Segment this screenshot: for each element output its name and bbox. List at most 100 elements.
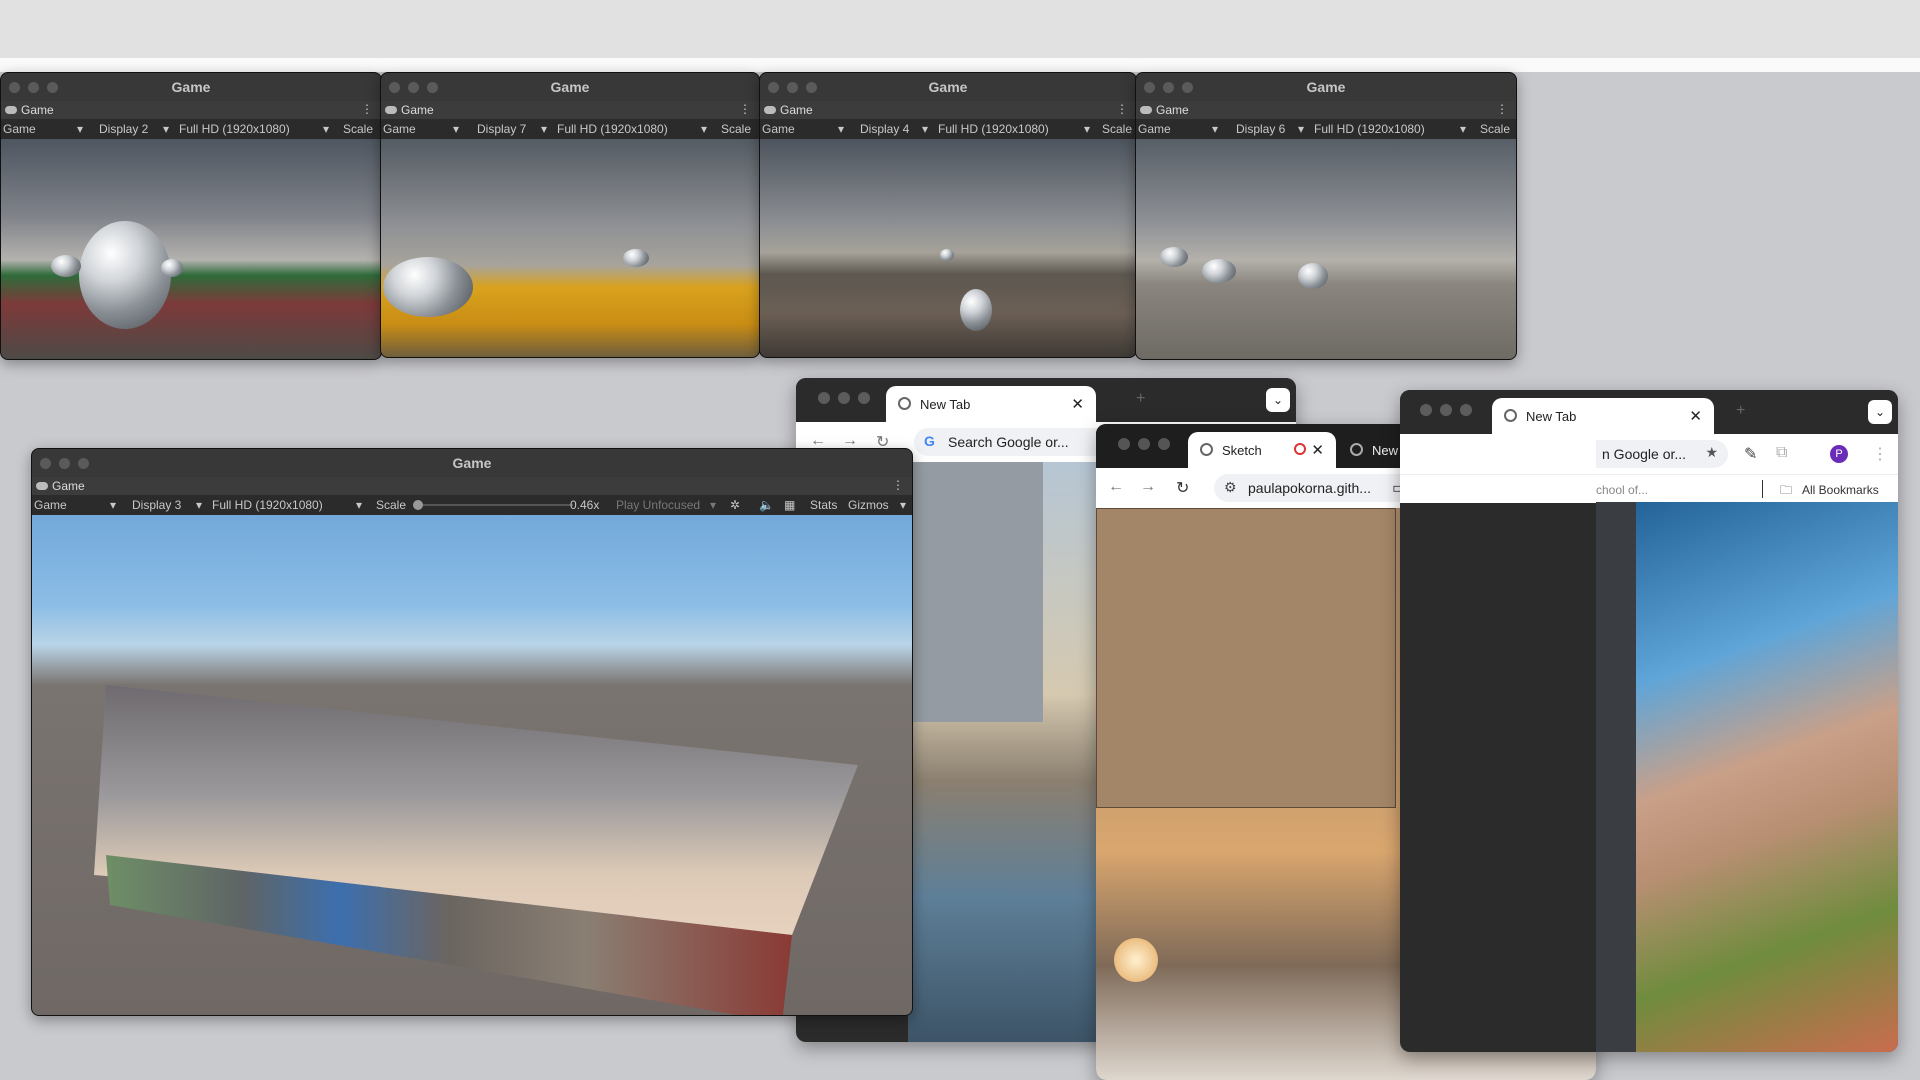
folder-icon: 🗀 (1780, 483, 1793, 497)
search-input[interactable]: n Google or... (1602, 446, 1686, 462)
tab-new-tab[interactable]: New Tab ✕ (1492, 398, 1714, 434)
resolution-select[interactable]: Full HD (1920x1080) (938, 122, 1049, 136)
game-tab[interactable]: Game (385, 103, 434, 117)
kebab-icon[interactable]: ⋮ (892, 478, 904, 492)
tab-new-tab[interactable]: New Tab ✕ (886, 386, 1096, 422)
kebab-icon[interactable]: ⋮ (361, 102, 373, 116)
tab-search-chevron-icon[interactable]: ⌄ (1266, 388, 1290, 412)
chrome-sphere (940, 249, 954, 261)
display-select[interactable]: Display 7 (477, 122, 526, 136)
game-viewport[interactable] (32, 515, 912, 1015)
unity-game-window-3[interactable]: Game Game ⋮ Game ▾ Display 4 ▾ Full HD (192… (759, 72, 1137, 358)
grid-icon[interactable]: ▦ (784, 498, 795, 512)
mode-select[interactable]: Game (1138, 122, 1171, 136)
extensions-icon[interactable]: ⧉ (1776, 444, 1787, 462)
display-select[interactable]: Display 3 (132, 498, 181, 512)
game-viewport[interactable] (381, 139, 759, 357)
traffic-lights[interactable] (818, 392, 870, 404)
kebab-icon[interactable]: ⋮ (1496, 102, 1508, 116)
all-bookmarks[interactable]: All Bookmarks (1802, 483, 1879, 497)
tab-label: New Tab (920, 397, 971, 412)
resolution-select[interactable]: Full HD (1920x1080) (557, 122, 668, 136)
display-select[interactable]: Display 6 (1236, 122, 1285, 136)
tab-search-chevron-icon[interactable]: ⌄ (1868, 400, 1892, 424)
plus-icon[interactable]: + (1736, 402, 1745, 420)
resolution-select[interactable]: Full HD (1920x1080) (179, 122, 290, 136)
resolution-select[interactable]: Full HD (1920x1080) (1314, 122, 1425, 136)
close-icon[interactable]: ✕ (1311, 441, 1324, 459)
play-mode-select[interactable]: Play Unfocused (616, 498, 700, 512)
chevron-down-icon: ▾ (1460, 122, 1467, 136)
game-tab[interactable]: Game (36, 479, 85, 493)
unity-game-window-1[interactable]: Game Game ⋮ Game ▾ Display 2 ▾ Full HD (192… (0, 72, 382, 360)
search-input[interactable]: Search Google or... (948, 434, 1069, 450)
grey-rectangle (908, 462, 1043, 722)
stats-button[interactable]: Stats (810, 498, 837, 512)
tab-label: New Tab (1526, 409, 1577, 424)
reload-icon[interactable]: ↻ (1176, 478, 1189, 498)
forward-icon[interactable]: → (1140, 478, 1156, 496)
close-icon[interactable]: ✕ (1689, 407, 1702, 425)
traffic-lights[interactable] (40, 458, 89, 469)
avatar[interactable]: P (1830, 445, 1848, 463)
game-viewport[interactable] (760, 139, 1136, 357)
traffic-lights[interactable] (1118, 438, 1170, 450)
traffic-lights[interactable] (1420, 404, 1472, 416)
globe-icon (1350, 443, 1363, 456)
game-viewport[interactable] (1136, 139, 1516, 359)
traffic-lights[interactable] (9, 82, 58, 93)
kebab-icon[interactable]: ⋮ (1872, 444, 1888, 464)
omnibox[interactable]: n Google or... ★ (1596, 440, 1728, 468)
display-select[interactable]: Display 2 (99, 122, 148, 136)
game-viewport[interactable] (1, 139, 381, 359)
kebab-icon[interactable]: ⋮ (1116, 102, 1128, 116)
chrome-sphere (51, 255, 81, 277)
back-icon[interactable]: ← (1108, 478, 1124, 496)
game-tab[interactable]: Game (5, 103, 54, 117)
game-tab[interactable]: Game (1140, 103, 1189, 117)
sketch-canvas[interactable] (1096, 508, 1396, 808)
game-tab[interactable]: Game (764, 103, 813, 117)
plus-icon[interactable]: + (1136, 390, 1145, 408)
chevron-down-icon: ▾ (323, 122, 330, 136)
close-icon[interactable]: ✕ (1071, 395, 1084, 413)
star-icon[interactable]: ★ (1705, 444, 1718, 461)
omnibox[interactable]: ⚙ paulapokorna.gith... (1214, 474, 1414, 502)
chevron-down-icon: ▾ (541, 122, 548, 136)
unity-game-window-main[interactable]: Game Game ⋮ Game ▾ Display 3 ▾ Full HD (192… (31, 448, 913, 1016)
pen-icon[interactable]: ✎ (1744, 444, 1757, 464)
traffic-lights[interactable] (1144, 82, 1193, 93)
resolution-select[interactable]: Full HD (1920x1080) (212, 498, 323, 512)
chevron-down-icon: ▾ (110, 498, 117, 512)
display-select[interactable]: Display 4 (860, 122, 909, 136)
bug-icon[interactable]: ✲ (730, 498, 740, 512)
scale-label: Scale (343, 122, 374, 136)
scale-label: Scale (721, 122, 752, 136)
mode-select[interactable]: Game (762, 122, 795, 136)
chrome-sphere (79, 221, 171, 329)
unity-game-window-4[interactable]: Game Game ⋮ Game ▾ Display 6 ▾ Full HD (192… (1135, 72, 1517, 360)
chevron-down-icon: ▾ (710, 498, 717, 512)
chevron-down-icon: ▾ (453, 122, 460, 136)
page-viewport[interactable] (1596, 502, 1898, 1052)
mode-select[interactable]: Game (34, 498, 67, 512)
tab-sketch[interactable]: Sketch ✕ (1188, 432, 1336, 468)
scale-slider-track[interactable] (413, 504, 573, 506)
scene-canvas (94, 685, 858, 1015)
unity-game-window-2[interactable]: Game Game ⋮ Game ▾ Display 7 ▾ Full HD (192… (380, 72, 760, 358)
mode-select[interactable]: Game (3, 122, 36, 136)
chevron-down-icon: ▾ (1298, 122, 1305, 136)
site-settings-icon[interactable]: ⚙ (1224, 479, 1237, 496)
gizmos-button[interactable]: Gizmos (848, 498, 889, 512)
traffic-lights[interactable] (768, 82, 817, 93)
traffic-lights[interactable] (389, 82, 438, 93)
audio-icon[interactable]: 🔈 (759, 498, 774, 512)
globe-icon (1200, 443, 1213, 456)
mode-select[interactable]: Game (383, 122, 416, 136)
chevron-down-icon: ▾ (1084, 122, 1091, 136)
scale-slider-thumb[interactable] (413, 500, 423, 510)
chrome-window-right[interactable]: New Tab ✕ + ⌄ n Google or... ★ ✎ ⧉ P ⋮ ch… (1400, 390, 1898, 1052)
kebab-icon[interactable]: ⋮ (739, 102, 751, 116)
bookmark-item[interactable]: chool of... (1596, 483, 1648, 497)
url-input[interactable]: paulapokorna.gith... (1248, 480, 1371, 496)
